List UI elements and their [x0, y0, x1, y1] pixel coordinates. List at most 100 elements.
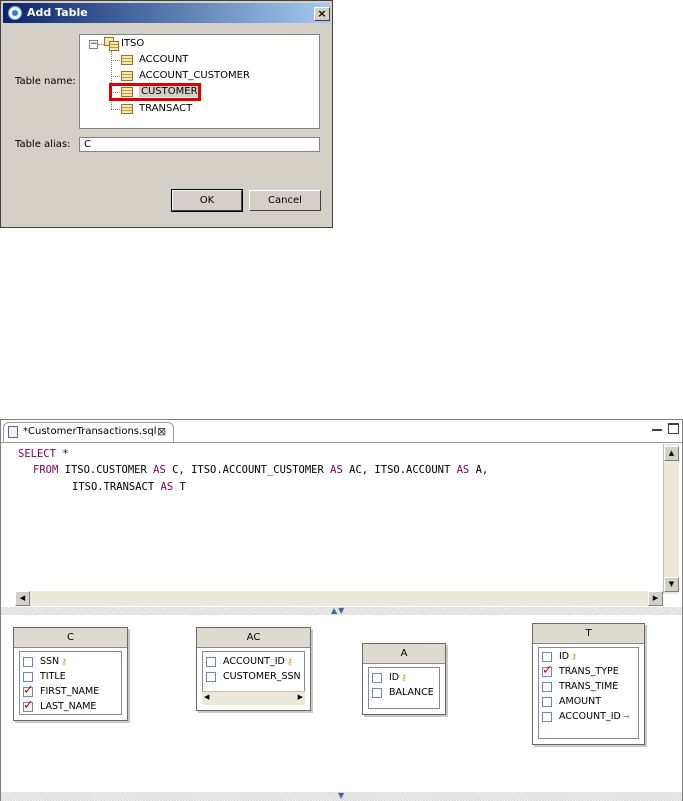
dialog-title: Add Table [27, 6, 88, 19]
scroll-up-icon[interactable]: ▲ [664, 446, 679, 461]
column-list: ID ⚷ BALANCE [368, 667, 440, 709]
column-checkbox[interactable] [372, 687, 382, 698]
column-checkbox[interactable] [23, 671, 33, 682]
column-name: TRANS_TIME [559, 681, 619, 692]
column-row[interactable]: AMOUNT [542, 696, 601, 710]
table-header: C [14, 628, 127, 648]
column-checkbox[interactable] [23, 656, 33, 667]
tab-title: *CustomerTransactions.sql [23, 426, 157, 437]
tree-root-itso[interactable]: ITSO [121, 38, 144, 49]
tab-close-icon[interactable]: ⊠ [157, 425, 166, 438]
table-alias-input[interactable]: C [79, 137, 320, 152]
column-list: ACCOUNT_ID⚷ CUSTOMER_SSN⚷ [202, 651, 305, 692]
horizontal-scrollbar[interactable]: ◀ ▶ [15, 591, 663, 606]
code-text: A, [469, 464, 489, 476]
table-header: AC [197, 628, 310, 648]
column-checkbox[interactable] [206, 671, 216, 682]
dialog-title-bar[interactable]: Add Table × [3, 3, 330, 23]
column-list: ID⚷ TRANS_TYPE TRANS_TIME AMOUNT ACCOUNT… [538, 647, 639, 739]
table-tree[interactable]: − ITSO ACCOUNT ACCOUNT_CUSTOMER CUSTOMER… [79, 34, 320, 129]
tree-item-account-customer[interactable]: ACCOUNT_CUSTOMER [139, 70, 250, 81]
scroll-right-icon[interactable]: ▶ [298, 693, 303, 701]
code-area[interactable]: SELECT * FROM ITSO.CUSTOMER AS C, ITSO.A… [7, 443, 661, 598]
column-name: TRANS_TYPE [559, 666, 619, 677]
sql-editor: *CustomerTransactions.sql ⊠ SELECT * FRO… [0, 419, 683, 801]
column-row[interactable]: ACCOUNT_ID ⊸ [542, 711, 630, 725]
table-box-c[interactable]: C SSN⚷ TITLE FIRST_NAME LAST_NAME [13, 627, 128, 721]
minimize-icon[interactable] [652, 425, 662, 431]
collapse-icon[interactable]: − [89, 40, 98, 49]
table-horizontal-scrollbar[interactable]: ◀ ▶ [202, 691, 305, 705]
selection-highlight [109, 83, 201, 101]
column-row[interactable]: FIRST_NAME [23, 683, 100, 700]
table-box-t[interactable]: T ID⚷ TRANS_TYPE TRANS_TIME AMOUNT ACCOU… [532, 623, 645, 745]
column-row[interactable]: LAST_NAME [23, 698, 97, 715]
keyword: FROM [33, 464, 59, 476]
key-icon: ⚷ [401, 673, 407, 682]
code-text: ITSO.CUSTOMER [58, 464, 154, 476]
column-name: ACCOUNT_ID [559, 711, 621, 722]
tree-item-transact[interactable]: TRANSACT [139, 103, 192, 114]
column-row[interactable]: TRANS_TYPE [542, 663, 619, 680]
code-text: AC, ITSO.ACCOUNT [342, 464, 457, 476]
code-text: ITSO.TRANSACT [72, 481, 161, 493]
column-name: LAST_NAME [40, 701, 97, 712]
column-checkbox-checked[interactable] [23, 683, 34, 698]
cancel-button[interactable]: Cancel [249, 190, 321, 211]
table-header: T [533, 624, 644, 644]
column-name: BALANCE [389, 687, 434, 698]
table-header: A [363, 644, 445, 664]
table-icon [121, 71, 133, 81]
code-text: * [55, 448, 69, 460]
sql-file-icon [8, 426, 18, 438]
maximize-icon[interactable] [668, 423, 679, 434]
scroll-right-icon[interactable]: ▶ [648, 591, 663, 606]
vertical-scrollbar[interactable]: ▲ ▼ [663, 444, 679, 594]
table-box-ac[interactable]: AC ACCOUNT_ID⚷ CUSTOMER_SSN⚷ ◀ ▶ [196, 627, 311, 711]
column-checkbox[interactable] [542, 681, 552, 692]
keyword: AS [456, 464, 470, 476]
tree-item-account[interactable]: ACCOUNT [139, 54, 188, 65]
scroll-left-icon[interactable]: ◀ [15, 591, 30, 606]
key-icon: ⚷ [303, 672, 304, 681]
column-row[interactable]: CUSTOMER_SSN⚷ [206, 671, 304, 685]
table-icon [121, 55, 133, 65]
column-name: CUSTOMER_SSN [223, 671, 301, 682]
column-checkbox-checked[interactable] [542, 663, 553, 678]
close-button[interactable]: × [314, 7, 330, 21]
column-checkbox[interactable] [542, 696, 552, 707]
keyword: AS [153, 464, 166, 476]
column-checkbox[interactable] [542, 711, 552, 722]
editor-tab[interactable]: *CustomerTransactions.sql ⊠ [3, 422, 174, 442]
column-name: ID [559, 651, 570, 662]
schema-icon [104, 37, 119, 51]
column-row[interactable]: TRANS_TIME [542, 681, 618, 695]
column-name: TITLE [40, 671, 66, 682]
scroll-left-icon[interactable]: ◀ [204, 693, 209, 701]
column-row[interactable]: BALANCE [372, 687, 434, 701]
ok-button[interactable]: OK [171, 189, 243, 212]
code-text: C, ITSO.ACCOUNT_CUSTOMER [165, 464, 331, 476]
code-text: T [173, 481, 186, 493]
column-row[interactable]: SSN ⚷ [23, 656, 67, 670]
column-list: SSN⚷ TITLE FIRST_NAME LAST_NAME [19, 651, 122, 715]
column-name: FIRST_NAME [40, 686, 100, 697]
table-alias-label: Table alias: [15, 139, 71, 150]
expand-down-icon[interactable]: ▼ [338, 791, 344, 800]
keyword: AS [160, 481, 174, 493]
diagram-area: C SSN⚷ TITLE FIRST_NAME LAST_NAME AC ACC… [5, 616, 680, 792]
column-row[interactable]: ID ⚷ [372, 672, 407, 686]
keyword: AS [330, 464, 343, 476]
splitter-arrows-icon[interactable]: ▲▼ [331, 606, 345, 615]
table-box-a[interactable]: A ID ⚷ BALANCE [362, 643, 446, 715]
column-checkbox[interactable] [542, 651, 552, 662]
app-icon [8, 6, 22, 20]
key-icon: ⚷ [571, 652, 577, 661]
sql-line-1: SELECT * [18, 448, 69, 460]
key-icon: ⚷ [286, 657, 293, 666]
column-checkbox[interactable] [206, 656, 216, 667]
column-checkbox-checked[interactable] [23, 698, 34, 713]
scroll-down-icon[interactable]: ▼ [664, 577, 679, 592]
column-row[interactable]: ACCOUNT_ID ⚷ [206, 656, 293, 670]
column-checkbox[interactable] [372, 672, 382, 683]
